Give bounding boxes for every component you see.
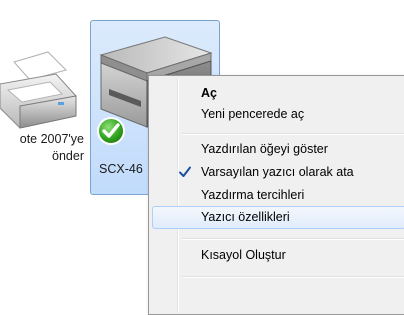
menu-item-printing-preferences[interactable]: Yazdırma tercihleri	[152, 184, 404, 207]
menu-item-label: Kısayol Oluştur	[201, 248, 286, 262]
desktop-area: ote 2007'ye önder SCX-46 Aç Yeni pencere…	[0, 0, 404, 315]
menu-item-label: Varsayılan yazıcı olarak ata	[201, 165, 354, 179]
printer-label-line: önder	[52, 149, 84, 163]
menu-item-label: Yazıcı özellikleri	[201, 210, 290, 224]
check-badge-icon	[97, 117, 125, 145]
menu-item-open[interactable]: Aç	[152, 82, 404, 105]
menu-separator	[182, 133, 404, 135]
menu-separator	[182, 238, 404, 240]
printer-label-onenote: ote 2007'ye önder	[0, 131, 84, 165]
context-menu: Aç Yeni pencerede aç Yazdırılan öğeyi gö…	[148, 75, 404, 315]
menu-item-open-new-window[interactable]: Yeni pencerede aç	[152, 103, 404, 126]
menu-item-label: Yazdırma tercihleri	[201, 188, 305, 202]
menu-item-label: Yazdırılan öğeyi göster	[201, 142, 328, 156]
menu-item-create-shortcut[interactable]: Kısayol Oluştur	[152, 244, 404, 267]
menu-item-label: Yeni pencerede aç	[201, 107, 305, 121]
printer-icon[interactable]	[0, 44, 80, 132]
menu-item-see-whats-printing[interactable]: Yazdırılan öğeyi göster	[152, 138, 404, 161]
menu-separator	[182, 276, 404, 278]
checkmark-icon	[179, 166, 191, 177]
menu-item-printer-properties[interactable]: Yazıcı özellikleri	[152, 206, 404, 229]
menu-item-label: Aç	[201, 86, 217, 100]
printer-label-line: ote 2007'ye	[19, 132, 84, 146]
menu-item-set-default-printer[interactable]: Varsayılan yazıcı olarak ata	[152, 161, 404, 184]
